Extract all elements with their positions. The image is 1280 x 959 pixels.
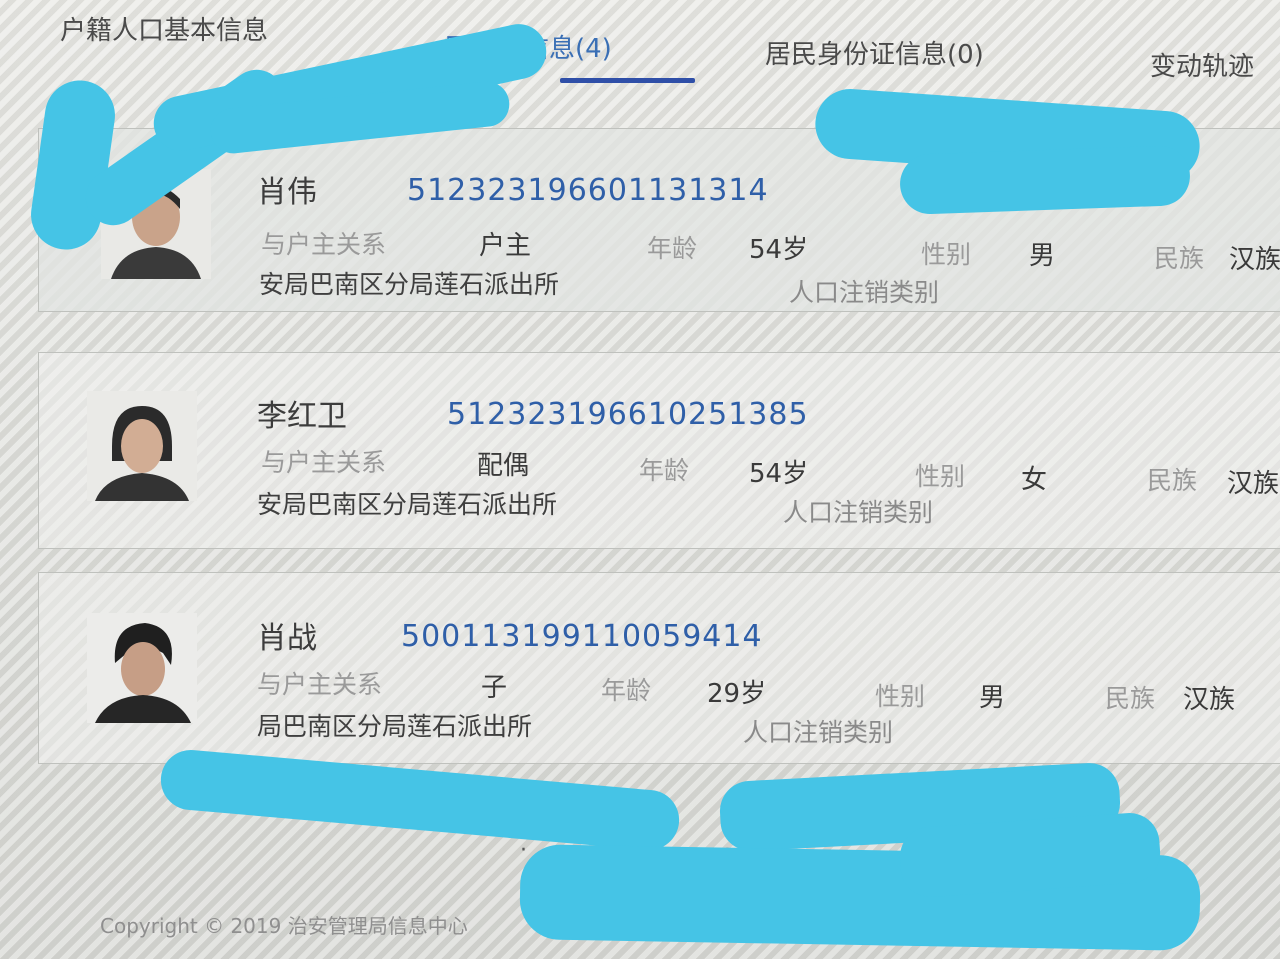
deregistration-type: 人口注销类别 <box>783 498 934 527</box>
footer-copyright: Copyright © 2019 治安管理局信息中心 <box>100 914 468 938</box>
member-id-number[interactable]: 512323196601131314 <box>407 173 769 208</box>
relation-label: 与户主关系 <box>261 448 387 477</box>
ethnicity-value: 汉族 <box>1229 245 1280 275</box>
age-value: 54岁 <box>749 235 809 265</box>
tab-id-card-info[interactable]: 居民身份证信息(0) <box>765 34 984 71</box>
relation-label: 与户主关系 <box>257 670 383 699</box>
member-name: 李红卫 <box>257 399 347 434</box>
age-label: 年龄 <box>639 456 690 485</box>
relation-value: 户主 <box>479 231 532 261</box>
portrait-icon <box>87 613 197 723</box>
portrait-icon <box>87 391 197 501</box>
member-card[interactable]: 肖战 500113199110059414 与户主关系 子 年龄 29岁 性别 … <box>38 572 1280 764</box>
tab-change-history[interactable]: 变动轨迹 <box>1150 46 1254 83</box>
relation-value: 子 <box>481 673 508 703</box>
member-id-number[interactable]: 500113199110059414 <box>401 619 763 654</box>
age-value: 54岁 <box>749 459 809 489</box>
member-card[interactable]: 李红卫 512323196610251385 与户主关系 配偶 年龄 54岁 性… <box>38 352 1280 549</box>
relation-label: 与户主关系 <box>261 230 387 259</box>
member-photo <box>87 613 197 723</box>
member-photo <box>87 391 197 501</box>
member-id-number[interactable]: 512323196610251385 <box>447 397 809 432</box>
age-value: 29岁 <box>707 679 767 709</box>
deregistration-type: 人口注销类别 <box>743 718 894 747</box>
screen: 户籍人口基本信息 同户人信息(4) 居民身份证信息(0) 变动轨迹 肖伟 512… <box>0 0 1280 959</box>
tab-bar: 户籍人口基本信息 同户人信息(4) 居民身份证信息(0) 变动轨迹 <box>0 0 1280 95</box>
tab-household-basic-info[interactable]: 户籍人口基本信息 <box>60 10 268 47</box>
gender-label: 性别 <box>921 240 972 269</box>
police-station: 局巴南区分局莲石派出所 <box>257 712 533 741</box>
age-label: 年龄 <box>601 676 652 705</box>
ethnicity-label: 民族 <box>1154 244 1205 273</box>
relation-value: 配偶 <box>477 451 530 481</box>
gender-value: 女 <box>1021 465 1048 495</box>
member-name: 肖战 <box>257 621 317 656</box>
member-name: 肖伟 <box>257 175 317 210</box>
deregistration-type: 人口注销类别 <box>789 278 940 307</box>
ethnicity-label: 民族 <box>1105 684 1156 713</box>
gender-label: 性别 <box>875 682 926 711</box>
ethnicity-value: 汉族 <box>1227 469 1280 499</box>
ethnicity-value: 汉族 <box>1183 685 1236 715</box>
police-station: 安局巴南区分局莲石派出所 <box>257 490 558 519</box>
gender-value: 男 <box>979 683 1006 713</box>
ethnicity-label: 民族 <box>1147 466 1198 495</box>
redaction-mark <box>899 144 1191 216</box>
police-station: 安局巴南区分局莲石派出所 <box>259 270 560 299</box>
gender-label: 性别 <box>915 462 966 491</box>
gender-value: 男 <box>1029 241 1056 271</box>
active-tab-indicator <box>560 78 695 83</box>
age-label: 年龄 <box>647 234 698 263</box>
